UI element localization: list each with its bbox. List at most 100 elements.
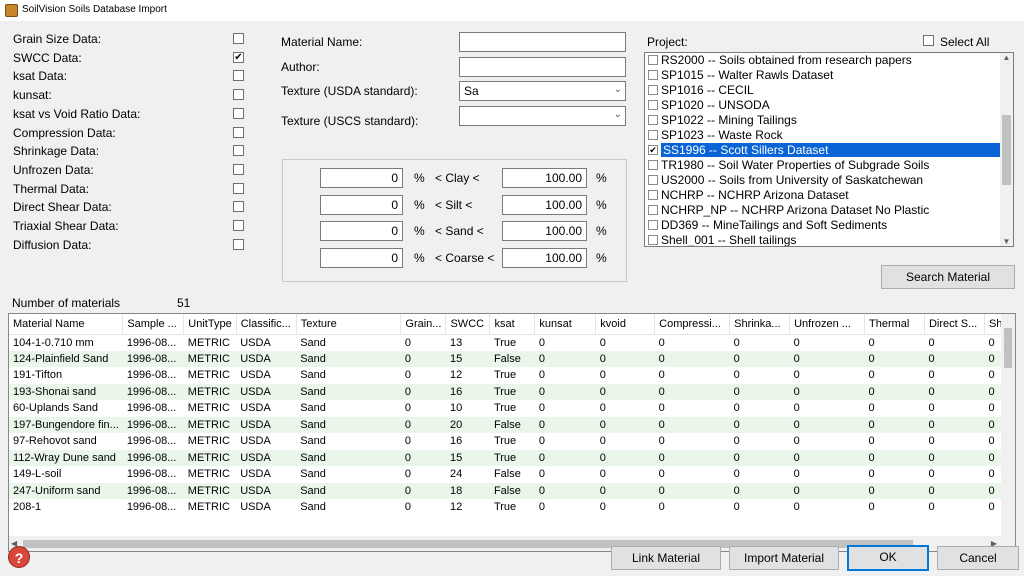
cancel-button[interactable]: Cancel [937,546,1019,570]
project-list-item[interactable]: SP1022 -- Mining Tailings [646,113,1001,128]
table-cell: 0 [729,350,790,367]
range-min-input[interactable]: 0 [320,247,403,268]
project-list-item[interactable]: SP1020 -- UNSODA [646,98,1001,113]
data-type-checkbox[interactable] [233,89,244,101]
column-header[interactable]: ksat [489,314,536,335]
range-max-input[interactable]: 100.00 [502,168,587,188]
column-header[interactable]: Compressi... [654,314,731,335]
project-list-item[interactable]: NCHRP -- NCHRP Arizona Dataset [646,188,1001,203]
data-type-checkbox[interactable] [233,220,244,231]
project-list: RS2000 -- Soils obtained from research p… [644,52,1014,247]
column-header[interactable]: Unfrozen ... [789,314,866,335]
table-row[interactable]: 197-Bungendore fin... 1996-08... METRIC USD… [9,416,1015,433]
table-cell: 15 [445,449,490,466]
project-list-scrollbar[interactable]: ▲ ▼ [1000,53,1013,246]
table-vertical-scrollbar[interactable] [1001,314,1015,536]
project-list-item[interactable]: ✔ SS1996 -- Scott Sillers Dataset [646,143,1001,158]
project-list-item[interactable]: SP1016 -- CECIL [646,83,1001,98]
range-max-input[interactable]: 100.00 [502,247,587,268]
table-cell: 1996-08... [126,435,177,448]
data-type-checkbox[interactable] [233,107,244,119]
column-header[interactable]: kvoid [595,314,656,335]
table-row[interactable]: 149-L-soil 1996-08... METRIC USDA Sand 0 24 Fal… [9,466,1015,483]
data-type-checkbox[interactable]: ✔ [233,51,244,63]
table-row[interactable]: 112-Wray Dune sand 1996-08... METRIC USDA Sa… [9,449,1015,466]
table-row[interactable]: 60-Uplands Sand 1996-08... METRIC USDA Sand 0… [9,400,1015,417]
data-type-checkbox[interactable] [233,145,244,157]
column-header[interactable]: Sample ... [122,314,185,335]
project-checkbox[interactable] [648,190,658,200]
select-all-checkbox[interactable] [923,35,934,46]
table-row[interactable]: 193-Shonai sand 1996-08... METRIC USDA Sand 0… [9,383,1015,400]
ok-button[interactable]: OK [847,545,929,571]
material-name-input[interactable] [459,32,626,52]
table-row[interactable]: 104-1-0.710 mm 1996-08... METRIC USDA Sand 0 1… [9,334,1015,351]
project-list-item[interactable]: SP1015 -- Walter Rawls Dataset [646,68,1001,83]
range-min-input[interactable]: 0 [320,168,403,188]
table-cell: 0 [404,435,412,448]
project-checkbox[interactable] [648,70,658,80]
column-header[interactable]: Classific... [236,314,297,335]
scroll-down-icon[interactable]: ▼ [1000,237,1013,246]
texture-uscs-select[interactable]: ⌄ [459,106,626,126]
column-header[interactable]: UnitType [183,314,237,335]
project-checkbox[interactable] [648,175,658,185]
search-material-button[interactable]: Search Material [881,265,1015,289]
project-checkbox[interactable] [648,55,658,65]
table-cell: 0 [789,350,865,367]
project-item-label: SP1022 -- Mining Tailings [661,113,797,127]
project-list-item[interactable]: Shell_001 -- Shell tailings [646,233,1001,246]
help-icon[interactable]: ? [8,546,30,568]
fraction-label: < Clay < [435,171,480,185]
table-row[interactable]: 97-Rehovot sand 1996-08... METRIC USDA Sand 0… [9,433,1015,450]
project-checkbox[interactable] [648,115,658,125]
project-list-item[interactable]: SP1023 -- Waste Rock [646,128,1001,143]
table-row[interactable]: 247-Uniform sand 1996-08... METRIC USDA Sand… [9,482,1015,499]
texture-usda-select[interactable]: Sa ⌄ [459,81,626,101]
scroll-up-icon[interactable]: ▲ [1000,53,1013,62]
link-material-button[interactable]: Link Material [611,546,721,570]
import-material-button[interactable]: Import Material [729,546,839,570]
chevron-down-icon: ⌄ [613,84,622,95]
project-checkbox[interactable]: ✔ [648,145,658,155]
data-type-checkbox[interactable] [233,238,244,250]
range-min-input[interactable]: 0 [320,221,403,241]
data-type-checkbox[interactable] [233,182,244,194]
column-header[interactable]: Material Name [9,314,124,335]
column-header[interactable]: kunsat [534,314,597,335]
range-max-input[interactable]: 100.00 [502,194,587,215]
data-type-checkbox[interactable] [233,126,244,138]
data-type-checkbox[interactable] [233,70,244,82]
data-type-checkbox[interactable] [233,201,244,213]
range-min-input[interactable]: 0 [320,194,403,215]
column-header[interactable]: Direct S... [924,314,985,335]
project-checkbox[interactable] [648,205,658,215]
project-checkbox[interactable] [648,160,658,170]
table-row[interactable]: 191-Tifton 1996-08... METRIC USDA Sand 0 12 Tru… [9,367,1015,384]
project-list-item[interactable]: RS2000 -- Soils obtained from research p… [646,53,1001,68]
data-type-checkbox[interactable] [233,163,244,175]
data-type-checkbox[interactable] [233,33,244,44]
scroll-thumb[interactable] [1002,115,1011,185]
table-row[interactable]: 124-Plainfield Sand 1996-08... METRIC USDA S… [9,350,1015,367]
column-header[interactable]: Shrinka... [729,314,791,335]
project-checkbox[interactable] [648,100,658,110]
project-checkbox[interactable] [648,220,658,230]
column-header[interactable]: SWCC [445,314,491,335]
column-header[interactable]: Thermal [864,314,925,335]
project-list-item[interactable]: TR1980 -- Soil Water Properties of Subgr… [646,158,1001,173]
table-row[interactable]: 208-1 1996-08... METRIC USDA Sand 0 12 True 0 0 0 0… [9,499,1015,516]
project-list-item[interactable]: DD369 -- MineTailings and Soft Sediments [646,218,1001,233]
project-checkbox[interactable] [648,85,658,95]
column-header[interactable]: Texture [296,314,402,335]
range-max-input[interactable]: 100.00 [502,221,587,241]
project-list-item[interactable]: NCHRP_NP -- NCHRP Arizona Dataset No Pla… [646,203,1001,218]
column-header[interactable]: Grain... [400,314,447,335]
project-checkbox[interactable] [648,130,658,140]
project-list-item[interactable]: US2000 -- Soils from University of Saska… [646,173,1001,188]
table-cell: 0 [538,501,546,514]
scroll-thumb[interactable] [1004,328,1012,368]
table-cell: 0 [733,501,740,514]
project-checkbox[interactable] [648,235,658,245]
author-input[interactable] [459,57,626,77]
